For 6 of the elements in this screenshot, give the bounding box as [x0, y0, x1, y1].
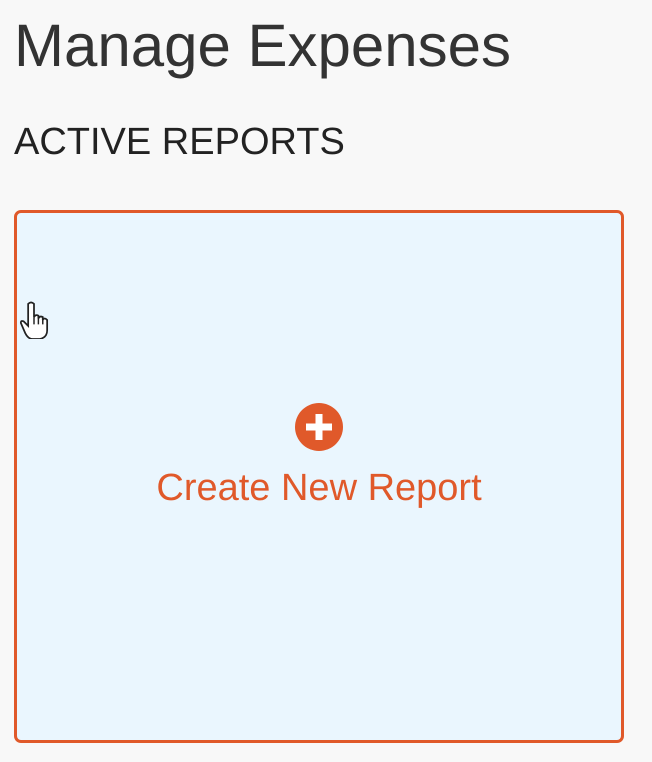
page-title: Manage Expenses — [14, 11, 512, 81]
hand-cursor-icon — [19, 301, 49, 339]
create-report-label: Create New Report — [156, 467, 482, 510]
create-report-card[interactable]: Create New Report — [14, 210, 624, 743]
plus-icon — [295, 403, 343, 451]
section-heading: ACTIVE REPORTS — [14, 120, 346, 164]
